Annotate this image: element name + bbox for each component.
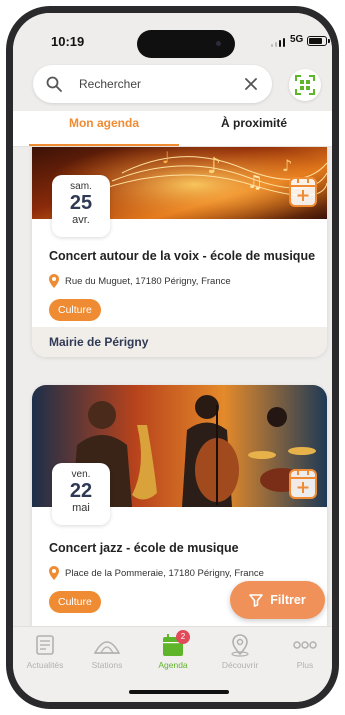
filter-button[interactable]: Filtrer	[230, 581, 325, 619]
event-title[interactable]: Concert autour de la voix - école de mus…	[49, 249, 315, 263]
nav-label: Découvrir	[221, 660, 259, 670]
search-input[interactable]: Rechercher	[79, 77, 141, 91]
search-bar[interactable]: Rechercher	[33, 65, 272, 103]
event-day: 25	[69, 192, 93, 214]
calendar-add-icon	[291, 179, 315, 201]
status-time: 10:19	[51, 34, 85, 49]
event-location: Rue du Muguet, 17180 Périgny, France	[49, 274, 231, 288]
filter-icon	[249, 594, 264, 607]
nav-item-plus[interactable]: Plus	[275, 633, 332, 670]
more-icon	[293, 641, 317, 649]
event-list[interactable]: ♪ ♫ ♩ ♪ sam. 25 avr. Concert autour de l…	[13, 147, 332, 642]
event-address: Rue du Muguet, 17180 Périgny, France	[65, 275, 231, 287]
event-category-tag: Culture	[49, 591, 101, 613]
tab-a-proximite[interactable]: À proximité	[179, 111, 329, 147]
event-address: Place de la Pommeraie, 17180 Périgny, Fr…	[65, 567, 264, 579]
bottom-nav: Actualités Stations 2 Agenda Découvrir P…	[13, 626, 332, 702]
add-to-calendar-button[interactable]	[289, 177, 317, 207]
dynamic-island	[137, 30, 235, 58]
stations-icon	[93, 641, 121, 654]
battery-icon	[307, 36, 330, 46]
event-organizer: Mairie de Périgny	[32, 327, 327, 357]
calendar-add-icon	[291, 471, 315, 493]
nav-item-stations[interactable]: Stations	[77, 633, 137, 670]
event-title[interactable]: Concert jazz - école de musique	[49, 541, 239, 555]
svg-text:♫: ♫	[247, 172, 263, 193]
filter-label: Filtrer	[270, 593, 306, 607]
network-label: 5G	[290, 34, 304, 45]
event-weekday: ven.	[71, 469, 91, 480]
signal-icon	[271, 38, 285, 47]
agenda-badge: 2	[176, 630, 190, 644]
tab-mon-agenda[interactable]: Mon agenda	[29, 111, 179, 147]
active-tab-indicator	[29, 144, 179, 146]
event-day: 22	[69, 480, 93, 502]
status-bar: 10:19 5G	[13, 13, 332, 69]
event-weekday: sam.	[70, 181, 92, 192]
nav-label: Plus	[296, 660, 314, 670]
add-to-calendar-button[interactable]	[289, 469, 317, 499]
news-icon	[36, 635, 54, 655]
nav-label: Agenda	[158, 660, 188, 670]
nav-label: Stations	[91, 660, 123, 670]
event-date-badge: sam. 25 avr.	[52, 175, 110, 237]
event-card[interactable]: ♪ ♫ ♩ ♪ sam. 25 avr. Concert autour de l…	[32, 147, 327, 357]
map-pin-icon	[231, 634, 249, 657]
qr-code-icon	[295, 75, 315, 95]
nav-label: Actualités	[26, 660, 64, 670]
svg-text:♩: ♩	[162, 148, 170, 167]
svg-text:♪: ♪	[207, 154, 221, 179]
screen: 10:19 5G Rechercher Mon agenda À proximi…	[13, 13, 332, 702]
event-month: mai	[72, 502, 90, 514]
phone-frame: 10:19 5G Rechercher Mon agenda À proximi…	[6, 6, 339, 709]
location-pin-icon	[49, 274, 59, 288]
camera-dot	[216, 41, 221, 46]
close-icon[interactable]	[243, 76, 259, 92]
tab-bar: Mon agenda À proximité	[13, 111, 332, 147]
event-month: avr.	[72, 214, 90, 226]
event-date-badge: ven. 22 mai	[52, 463, 110, 525]
nav-item-decouvrir[interactable]: Découvrir	[210, 633, 270, 670]
qr-scan-button[interactable]	[289, 69, 321, 101]
nav-item-actualites[interactable]: Actualités	[15, 633, 75, 670]
search-icon	[46, 76, 62, 92]
event-location: Place de la Pommeraie, 17180 Périgny, Fr…	[49, 566, 264, 580]
nav-item-agenda[interactable]: 2 Agenda	[143, 630, 203, 670]
svg-text:♪: ♪	[282, 156, 292, 175]
home-indicator[interactable]	[129, 690, 229, 694]
location-pin-icon	[49, 566, 59, 580]
event-category-tag: Culture	[49, 299, 101, 321]
